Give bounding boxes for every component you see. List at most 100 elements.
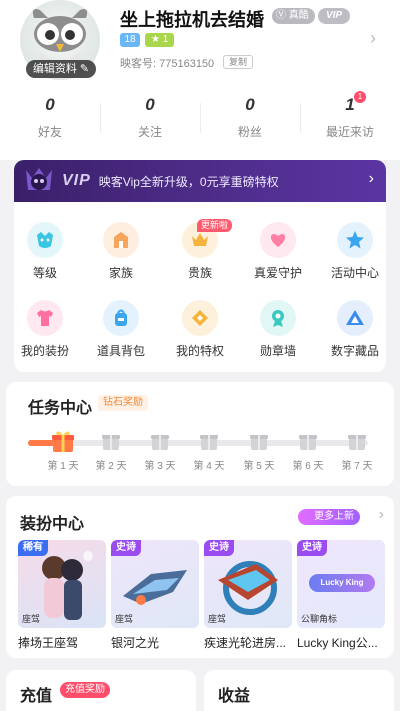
edit-profile-button[interactable]: 编辑资料 ✎ xyxy=(26,60,96,78)
item-name: 银河之光 xyxy=(111,636,160,650)
chevron-right-icon: › xyxy=(368,170,374,187)
rarity-badge: 史诗 xyxy=(204,540,234,556)
grid-item-my-privileges[interactable]: 我的特权 xyxy=(165,300,235,359)
family-icon xyxy=(103,222,139,258)
dress-center-title: 装扮中心 xyxy=(20,516,85,533)
diamond-reward-tag: 钻石奖励 xyxy=(98,395,148,411)
vip-crown-icon xyxy=(18,160,60,202)
star-icon: ★ xyxy=(151,34,160,45)
grid-item-activity-center[interactable]: 活动中心 xyxy=(320,222,390,281)
item-type: 公聊角标 xyxy=(301,614,338,624)
dress-item[interactable]: 稀有 座驾 捧场王座驾 xyxy=(18,540,106,651)
grid-label: 勋章墙 xyxy=(259,344,296,358)
recharge-card[interactable]: 充值 充值奖励 xyxy=(6,670,196,711)
day-label: 第 1 天 xyxy=(47,461,79,472)
collectible-icon xyxy=(337,300,373,336)
grid-label: 活动中心 xyxy=(330,266,379,280)
rarity-badge: 史诗 xyxy=(111,540,141,556)
new-tag: 更新啦 xyxy=(197,219,233,232)
lucky-king-badge-image: Lucky King 史诗 公聊角标 xyxy=(297,540,385,628)
dress-item[interactable]: 史诗 座驾 银河之光 xyxy=(111,540,199,651)
gift-icon[interactable] xyxy=(198,430,220,452)
medal-icon xyxy=(260,300,296,336)
stats-row: 0 好友 0 关注 0 粉丝 1 1 最近来访 xyxy=(0,91,400,145)
gift-icon[interactable] xyxy=(248,430,270,452)
more-new-label: 更多上新 xyxy=(314,511,354,522)
tshirt-icon xyxy=(27,300,63,336)
grid-item-true-love-guard[interactable]: 真爱守护 xyxy=(243,222,313,281)
star-level-badge: ★ 1 xyxy=(145,33,175,47)
grid-label: 我的装扮 xyxy=(20,344,69,358)
feature-grid: 等级 家族 更新啦 贵族 真爱守护 活动中心 我的装扮 道具背包 我的特权 勋章… xyxy=(14,202,386,372)
stat-value: 0 xyxy=(245,95,255,114)
real-person-badge: Ⓥ 真酷 xyxy=(272,8,315,24)
day-label: 第 2 天 xyxy=(95,461,127,472)
day-label: 第 6 天 xyxy=(292,461,324,472)
dress-item[interactable]: 史诗 座驾 疾速光轮进房... xyxy=(204,540,292,651)
stat-fans[interactable]: 0 粉丝 xyxy=(200,95,300,145)
grid-label: 真爱守护 xyxy=(253,266,302,280)
diamond-icon xyxy=(182,300,218,336)
vip-banner[interactable]: VIP 映客Vip全新升级，0元享重磅特权 › xyxy=(14,160,386,202)
grid-item-digital-collectibles[interactable]: 数字藏品 xyxy=(320,300,390,359)
stat-label: 好友 xyxy=(37,125,62,139)
real-badge-label: 真酷 xyxy=(288,10,309,21)
income-card[interactable]: 收益 xyxy=(204,670,394,711)
gift-icon[interactable] xyxy=(346,430,368,452)
grid-label: 等级 xyxy=(32,266,57,280)
grid-label: 我的特权 xyxy=(175,344,224,358)
day-label: 第 4 天 xyxy=(193,461,225,472)
grid-item-level[interactable]: 等级 xyxy=(10,222,80,281)
vip-badge: VIP xyxy=(318,8,350,24)
grid-item-backpack[interactable]: 道具背包 xyxy=(86,300,156,359)
day-label: 第 3 天 xyxy=(144,461,176,472)
income-title: 收益 xyxy=(218,688,251,705)
grid-label: 贵族 xyxy=(187,266,212,280)
speed-wheel-vehicle-image: 史诗 座驾 xyxy=(204,540,292,628)
grid-label: 道具背包 xyxy=(96,344,145,358)
vip-banner-text: 映客Vip全新升级，0元享重磅特权 xyxy=(98,174,279,189)
rarity-badge: 史诗 xyxy=(297,540,327,556)
gift-active-icon[interactable] xyxy=(50,428,76,454)
grid-item-my-outfit[interactable]: 我的装扮 xyxy=(10,300,80,359)
stat-recent-visitors[interactable]: 1 1 最近来访 xyxy=(300,91,400,145)
star-level-value: 1 xyxy=(162,34,169,45)
stat-label: 最近来访 xyxy=(325,125,374,139)
couple-vehicle-image: 稀有 座驾 xyxy=(18,540,106,628)
stat-value: 1 xyxy=(345,95,355,114)
grid-label: 家族 xyxy=(108,266,133,280)
copy-button[interactable]: 复制 xyxy=(223,55,254,69)
stat-friends[interactable]: 0 好友 xyxy=(0,95,100,145)
chevron-right-icon[interactable]: › xyxy=(370,28,376,49)
star-icon xyxy=(337,222,373,258)
grid-item-medal-wall[interactable]: 勋章墙 xyxy=(243,300,313,359)
item-type: 座驾 xyxy=(208,614,227,624)
edit-profile-label: 编辑资料 xyxy=(32,63,77,75)
gift-icon[interactable] xyxy=(149,430,171,452)
rarity-badge: 稀有 xyxy=(18,540,48,556)
grid-item-nobility[interactable]: 更新啦 贵族 xyxy=(165,219,235,281)
item-type: 座驾 xyxy=(22,614,41,624)
level-badge: 18 xyxy=(120,33,140,47)
recharge-reward-tag: 充值奖励 xyxy=(60,682,110,698)
account-id: 映客号: 775163150 xyxy=(120,58,215,70)
gift-icon[interactable] xyxy=(297,430,319,452)
profile-header: 编辑资料 ✎ 坐上拖拉机去结婚 Ⓥ 真酷 VIP › 18 ★ 1 映客号: 7… xyxy=(0,0,400,160)
dress-item[interactable]: Lucky King 史诗 公聊角标 Lucky King公... xyxy=(297,540,385,651)
galaxy-vehicle-image: 史诗 座驾 xyxy=(111,540,199,628)
chevron-right-icon[interactable]: › xyxy=(379,506,384,524)
task-center-card[interactable]: 任务中心 钻石奖励 第 1 天 第 2 天 第 3 天 第 4 天 第 5 天 … xyxy=(6,382,394,486)
avatar[interactable]: 编辑资料 ✎ xyxy=(20,0,100,80)
gift-icon[interactable] xyxy=(100,430,122,452)
more-new-button[interactable]: 更多上新 xyxy=(298,509,360,525)
task-center-title: 任务中心 xyxy=(28,400,93,417)
stat-following[interactable]: 0 关注 xyxy=(100,95,200,145)
lucky-king-label: Lucky King xyxy=(309,574,375,592)
grid-label: 数字藏品 xyxy=(330,344,379,358)
notification-badge: 1 xyxy=(354,91,366,103)
grid-item-family[interactable]: 家族 xyxy=(86,222,156,281)
item-type: 座驾 xyxy=(115,614,134,624)
stat-label: 关注 xyxy=(137,125,162,139)
stat-value: 0 xyxy=(45,95,55,114)
item-name: 捧场王座驾 xyxy=(18,636,79,650)
